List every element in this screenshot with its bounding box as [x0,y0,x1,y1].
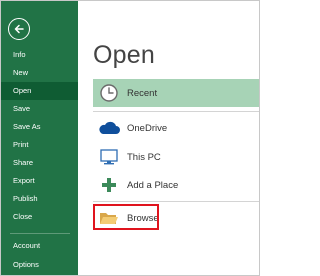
browse-highlight-box [93,204,159,230]
menu-item-open[interactable]: Open [1,82,78,100]
menu-item-export[interactable]: Export [1,172,78,190]
menu-item-info[interactable]: Info [1,46,78,64]
place-this-pc[interactable]: This PC [93,143,259,171]
menu-item-share[interactable]: Share [1,154,78,172]
places-divider [93,111,259,112]
place-label: Add a Place [127,179,179,191]
backstage-sidebar: Info New Open Save Save As Print Share E… [1,1,78,275]
sidebar-divider [10,233,70,234]
menu-item-save[interactable]: Save [1,100,78,118]
menu-item-options[interactable]: Options [1,256,78,274]
cloud-icon [95,114,123,142]
place-onedrive[interactable]: OneDrive [93,114,259,142]
menu-item-save-as[interactable]: Save As [1,118,78,136]
places-divider [93,201,259,202]
menu-item-publish[interactable]: Publish [1,190,78,208]
backstage-window: Info New Open Save Save As Print Share E… [0,0,260,276]
place-recent[interactable]: Recent [93,79,259,107]
place-label: This PC [127,151,161,163]
menu-item-close[interactable]: Close [1,208,78,226]
place-label: Recent [127,87,158,99]
open-pane: Open Recent OneDrive This PC Add a Place… [78,1,259,275]
menu-item-print[interactable]: Print [1,136,78,154]
computer-icon [95,143,123,171]
menu-item-account[interactable]: Account [1,237,78,255]
arrow-left-icon [14,24,24,34]
menu-item-new[interactable]: New [1,64,78,82]
page-title: Open [93,41,155,69]
place-label: OneDrive [127,122,168,134]
place-add-a-place[interactable]: Add a Place [93,171,259,199]
clock-icon [95,79,123,107]
back-button[interactable] [8,18,30,40]
plus-icon [95,171,123,199]
